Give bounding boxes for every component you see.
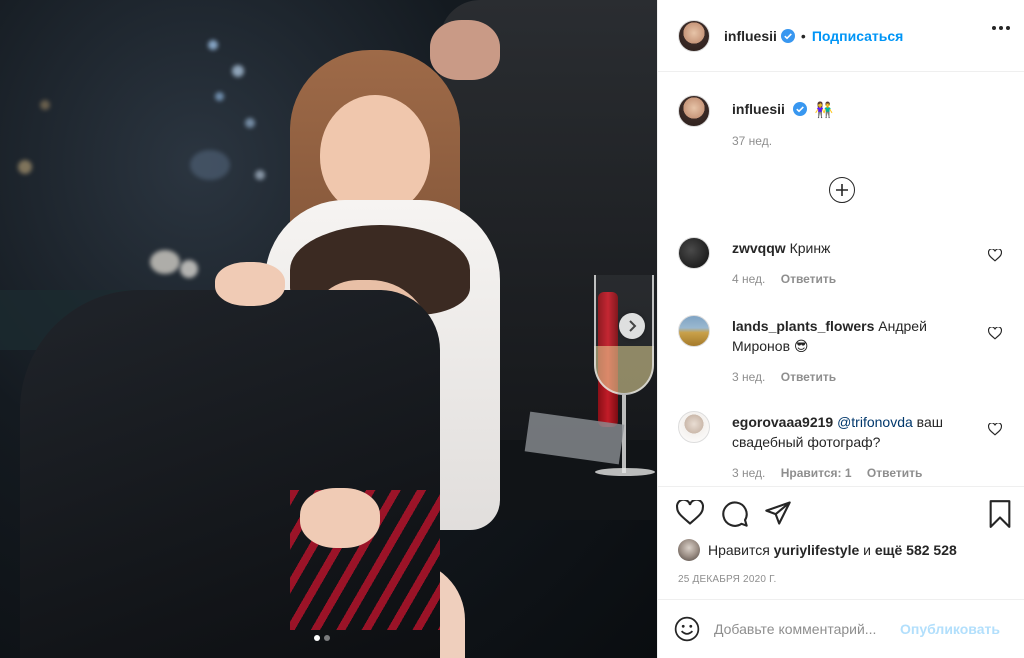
follow-button[interactable]: Подписаться (812, 28, 904, 44)
like-heart-icon[interactable] (676, 500, 704, 526)
commenter-avatar[interactable] (678, 411, 710, 443)
likes-count-link[interactable]: ещё 582 528 (875, 542, 957, 558)
comment-time[interactable]: 3 нед. (732, 466, 765, 480)
comment-time[interactable]: 3 нед. (732, 370, 765, 384)
heart-icon[interactable] (988, 423, 1002, 436)
post-caption: influesii 👫 37 нед. (678, 95, 833, 148)
post-side-panel: influesii • Подписаться influesii 👫 37 н… (657, 0, 1024, 658)
comments-section: influesii 👫 37 нед. zwvqqw Кринж 4 нед. … (658, 73, 1024, 485)
comment-likes-link[interactable]: Нравится: 1 (781, 466, 852, 480)
liker-avatar[interactable] (678, 539, 700, 561)
post-photo[interactable] (0, 0, 657, 658)
caption-username[interactable]: influesii (732, 101, 785, 117)
post-header: influesii • Подписаться (658, 0, 1024, 72)
reply-button[interactable]: Ответить (781, 370, 836, 384)
likes-summary: Нравится yuriylifestyle и ещё 582 528 (678, 539, 957, 561)
post-actions: Нравится yuriylifestyle и ещё 582 528 25… (658, 486, 1024, 598)
likes-prefix: Нравится (708, 542, 770, 558)
caption-avatar[interactable] (678, 95, 710, 127)
comment-text: Кринж (789, 240, 831, 256)
next-photo-button[interactable] (619, 313, 645, 339)
verified-badge-icon (792, 102, 807, 116)
commenter-avatar[interactable] (678, 237, 710, 269)
share-icon[interactable] (764, 500, 792, 526)
carousel-dot-active (314, 635, 320, 641)
comment-time[interactable]: 4 нед. (732, 272, 765, 286)
carousel-indicator (314, 635, 330, 641)
commenter-avatar[interactable] (678, 315, 710, 347)
comment-item: egorovaaa9219 @trifonovda ваш свадебный … (678, 411, 1008, 480)
commenter-username[interactable]: egorovaaa9219 (732, 414, 833, 430)
author-avatar[interactable] (678, 19, 710, 52)
post-date[interactable]: 25 ДЕКАБРЯ 2020 Г. (678, 574, 776, 585)
liker-username[interactable]: yuriylifestyle (774, 542, 860, 558)
verified-badge-icon (780, 28, 795, 43)
carousel-dot (324, 635, 330, 641)
comment-item: zwvqqw Кринж 4 нед. Ответить (678, 237, 1008, 286)
caption-time[interactable]: 37 нед. (732, 134, 772, 148)
comment-mention[interactable]: @trifonovda (837, 414, 913, 430)
reply-button[interactable]: Ответить (867, 466, 922, 480)
chevron-right-icon (629, 320, 637, 332)
bookmark-icon[interactable] (988, 500, 1012, 528)
likes-conj: и (863, 542, 871, 558)
author-username[interactable]: influesii (724, 28, 777, 44)
comment-item: lands_plants_flowers Андрей Миронов 😎 3 … (678, 315, 1008, 384)
comment-input[interactable] (714, 621, 894, 637)
plus-circle-icon (836, 184, 848, 196)
commenter-username[interactable]: lands_plants_flowers (732, 318, 874, 334)
header-separator: • (800, 27, 806, 44)
reply-button[interactable]: Ответить (781, 272, 836, 286)
add-comment-bar: Опубликовать (658, 599, 1024, 658)
heart-icon[interactable] (988, 327, 1002, 340)
heart-icon[interactable] (988, 249, 1002, 262)
post-comment-button[interactable]: Опубликовать (900, 621, 1000, 637)
load-more-comments-button[interactable] (829, 177, 855, 203)
comment-icon[interactable] (721, 500, 749, 528)
emoji-icon[interactable] (674, 616, 700, 642)
commenter-username[interactable]: zwvqqw (732, 240, 786, 256)
more-icon[interactable] (992, 26, 1010, 30)
caption-text: 👫 (814, 102, 834, 119)
